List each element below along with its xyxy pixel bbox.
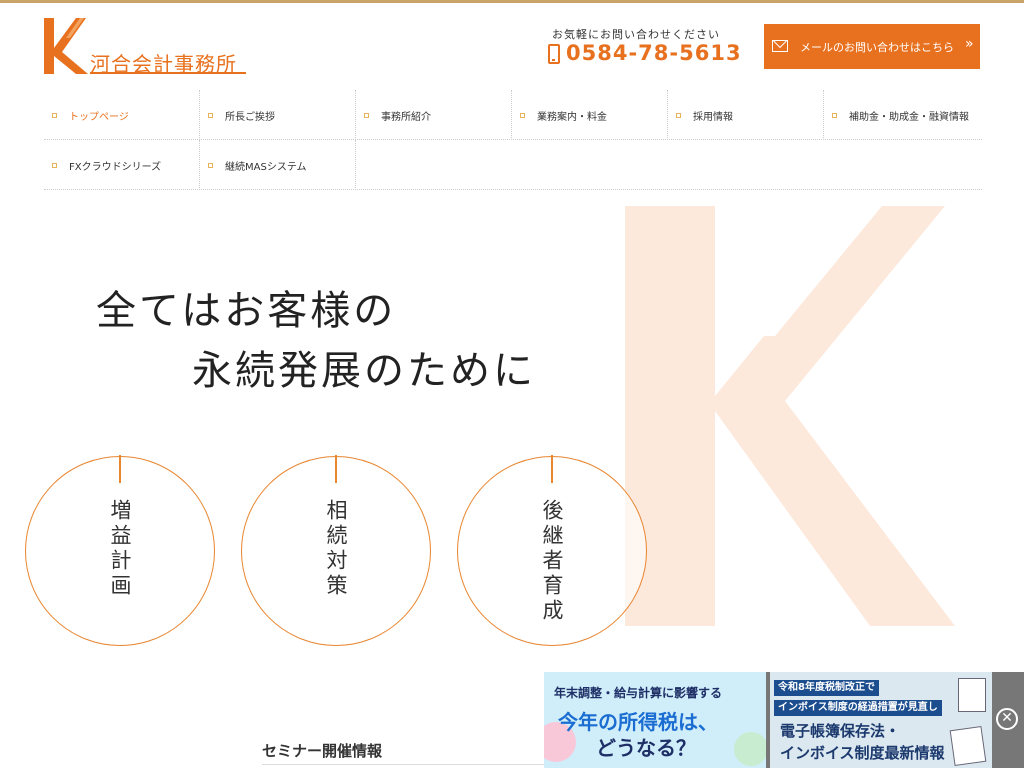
banner-income-tax[interactable]: 年末調整・給与計算に影響する 今年の所得税は、 どうなる？ [544, 672, 766, 768]
nav-item-office[interactable]: 事務所紹介 [356, 90, 512, 140]
bullet-icon [676, 112, 681, 118]
service-circle-inheritance[interactable]: 相続対策 [241, 455, 431, 646]
circle-tick [335, 455, 337, 483]
phone-number[interactable]: 0584-78-5613 [566, 41, 742, 65]
mail-contact-button[interactable]: メールのお問い合わせはこちら » [764, 24, 980, 69]
circle-tick [119, 455, 121, 483]
nav-row-2: FXクラウドシリーズ 継続MASシステム [44, 140, 982, 190]
nav-label: 所長ご挨拶 [225, 111, 275, 123]
nav-item-fx-cloud[interactable]: FXクラウドシリーズ [44, 140, 200, 190]
nav-item-services[interactable]: 業務案内・料金 [512, 90, 668, 140]
bullet-icon [52, 112, 57, 118]
circle-text: 増益計画 [108, 499, 132, 599]
circle-tick [551, 455, 553, 483]
document-icon [949, 725, 987, 767]
hero-heading-line-2: 永続発展のために [192, 348, 536, 394]
circle-text: 後継者育成 [540, 499, 564, 624]
double-chevron-right-icon: » [965, 36, 974, 52]
circle-text: 相続対策 [324, 499, 348, 599]
top-accent-bar [0, 0, 1024, 3]
banner-text: インボイス制度の経過措置が見直し [774, 700, 942, 716]
document-icon [958, 678, 986, 712]
nav-item-greeting[interactable]: 所長ご挨拶 [200, 90, 356, 140]
nav-label: 事務所紹介 [381, 111, 431, 123]
nav-label: 補助金・助成金・融資情報 [849, 111, 969, 123]
contact-note: お気軽にお問い合わせください [552, 28, 720, 41]
nav-label: FXクラウドシリーズ [69, 161, 162, 173]
bullet-icon [832, 112, 837, 118]
bullet-icon [520, 112, 525, 118]
bullet-icon [208, 112, 213, 118]
hero-heading-line-1: 全てはお客様の [96, 288, 397, 334]
service-circle-profit-plan[interactable]: 増益計画 [25, 455, 215, 646]
banner-text: 今年の所得税は、 [558, 710, 718, 734]
nav-item-top[interactable]: トップページ [44, 90, 200, 140]
banner-text: 電子帳簿保存法・ [780, 722, 901, 740]
nav-item-subsidy[interactable]: 補助金・助成金・融資情報 [824, 90, 980, 140]
decor-dot [734, 732, 766, 766]
nav-label: トップページ [69, 111, 129, 123]
bullet-icon [52, 162, 57, 168]
global-nav: トップページ 所長ご挨拶 事務所紹介 業務案内・料金 採用情報 補助金・助成金・… [44, 90, 982, 190]
nav-item-recruit[interactable]: 採用情報 [668, 90, 824, 140]
banner-invoice[interactable]: 令和8年度税制改正で インボイス制度の経過措置が見直し 電子帳簿保存法・ インボ… [770, 672, 992, 768]
seminar-heading: セミナー開催情報 [262, 742, 383, 760]
close-banner-icon[interactable]: ✕ [996, 708, 1018, 730]
bullet-icon [364, 112, 369, 118]
banner-text: どうなる？ [596, 736, 696, 760]
nav-item-mas[interactable]: 継続MASシステム [200, 140, 356, 190]
nav-label: 業務案内・料金 [537, 111, 607, 123]
banner-text: 令和8年度税制改正で [774, 680, 879, 696]
service-circle-successor[interactable]: 後継者育成 [457, 455, 647, 646]
nav-row-1: トップページ 所長ご挨拶 事務所紹介 業務案内・料金 採用情報 補助金・助成金・… [44, 90, 982, 140]
background-k-graphic [625, 206, 955, 626]
nav-label: 採用情報 [693, 111, 733, 123]
banner-text: インボイス制度最新情報 [780, 744, 945, 762]
banner-text: 年末調整・給与計算に影響する [554, 686, 723, 700]
logo-underline [90, 72, 246, 74]
mail-button-label: メールのお問い合わせはこちら [800, 41, 954, 54]
nav-label: 継続MASシステム [225, 161, 307, 173]
seminar-divider [262, 764, 562, 765]
mail-icon [772, 40, 788, 52]
bullet-icon [208, 162, 213, 168]
phone-icon [548, 44, 560, 64]
